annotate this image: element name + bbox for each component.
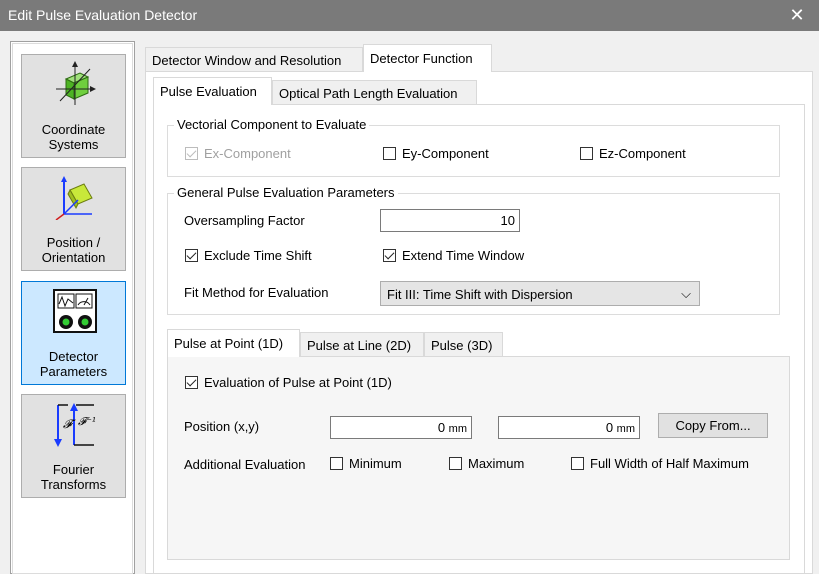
tab-optical-path-length[interactable]: Optical Path Length Evaluation: [272, 80, 477, 105]
nav-item-coordinate-systems[interactable]: Coordinate Systems: [21, 54, 126, 158]
checkbox-box[interactable]: [185, 376, 198, 389]
detector-parameters-icon: [53, 289, 97, 333]
fit-method-value: Fit III: Time Shift with Dispersion: [387, 287, 573, 302]
checkbox-label: Ex-Component: [204, 146, 291, 161]
nav-item-label: Fourier Transforms: [40, 462, 107, 492]
nav-item-fourier-transforms[interactable]: 𝓕 𝓕⁻¹ Fourier Transforms: [21, 394, 126, 498]
position-x-input[interactable]: 0 mm: [330, 416, 472, 439]
fit-method-label: Fit Method for Evaluation: [184, 285, 329, 300]
nav-item-detector-parameters[interactable]: Detector Parameters: [21, 281, 126, 385]
checkbox-label: Full Width of Half Maximum: [590, 456, 749, 471]
nav-item-position-orientation[interactable]: Position / Orientation: [21, 167, 126, 271]
checkbox-label: Evaluation of Pulse at Point (1D): [204, 375, 392, 390]
position-orientation-icon: [55, 176, 93, 220]
checkbox-box[interactable]: [580, 147, 593, 160]
tab-detector-window-resolution[interactable]: Detector Window and Resolution: [145, 47, 363, 72]
tab-pulse-at-line[interactable]: Pulse at Line (2D): [300, 332, 424, 357]
tab-pulse-3d[interactable]: Pulse (3D): [424, 332, 503, 357]
unit-label: mm: [448, 423, 467, 435]
checkbox-label: Ey-Component: [402, 146, 489, 161]
position-y-input[interactable]: 0 mm: [498, 416, 640, 439]
checkbox-label: Exclude Time Shift: [204, 248, 312, 263]
position-label: Position (x,y): [184, 419, 260, 434]
general-params-title: General Pulse Evaluation Parameters: [174, 185, 398, 200]
title-bar: Edit Pulse Evaluation Detector ✕: [0, 0, 819, 31]
checkbox-box[interactable]: [571, 457, 584, 470]
checkbox-label: Maximum: [468, 456, 525, 471]
checkbox-label: Minimum: [349, 456, 402, 471]
tab-pulse-evaluation[interactable]: Pulse Evaluation: [153, 77, 272, 105]
position-x-value: 0: [437, 420, 446, 435]
oversampling-input[interactable]: 10: [380, 209, 520, 232]
chevron-down-icon: ⌵: [681, 286, 691, 301]
inverse-fourier-symbol: 𝓕⁻¹: [78, 415, 97, 428]
nav-item-label: Position / Orientation: [41, 235, 106, 265]
tab-detector-function[interactable]: Detector Function: [363, 44, 492, 72]
coordinate-systems-icon: [56, 61, 96, 105]
nav-item-label: Coordinate Systems: [41, 122, 106, 152]
tab-pulse-at-point[interactable]: Pulse at Point (1D): [167, 329, 300, 357]
checkbox-box[interactable]: [383, 147, 396, 160]
fit-method-select[interactable]: Fit III: Time Shift with Dispersion ⌵: [380, 281, 700, 306]
nav-item-label: Detector Parameters: [39, 349, 108, 379]
checkbox-label: Ez-Component: [599, 146, 686, 161]
close-icon[interactable]: ✕: [775, 0, 819, 31]
fourier-symbol: 𝓕: [63, 417, 72, 431]
unit-label: mm: [616, 423, 635, 435]
position-y-value: 0: [605, 420, 614, 435]
checkbox-box[interactable]: [330, 457, 343, 470]
vectorial-group-title: Vectorial Component to Evaluate: [174, 117, 370, 132]
checkbox-box[interactable]: [383, 249, 396, 262]
oversampling-label: Oversampling Factor: [184, 213, 305, 228]
checkbox-box[interactable]: [449, 457, 462, 470]
copy-from-button[interactable]: Copy From...: [658, 413, 768, 438]
additional-evaluation-label: Additional Evaluation: [184, 457, 306, 472]
checkbox-label: Extend Time Window: [402, 248, 525, 263]
window-title: Edit Pulse Evaluation Detector: [8, 7, 198, 23]
checkbox-box[interactable]: [185, 249, 198, 262]
checkbox-box[interactable]: [185, 147, 198, 160]
